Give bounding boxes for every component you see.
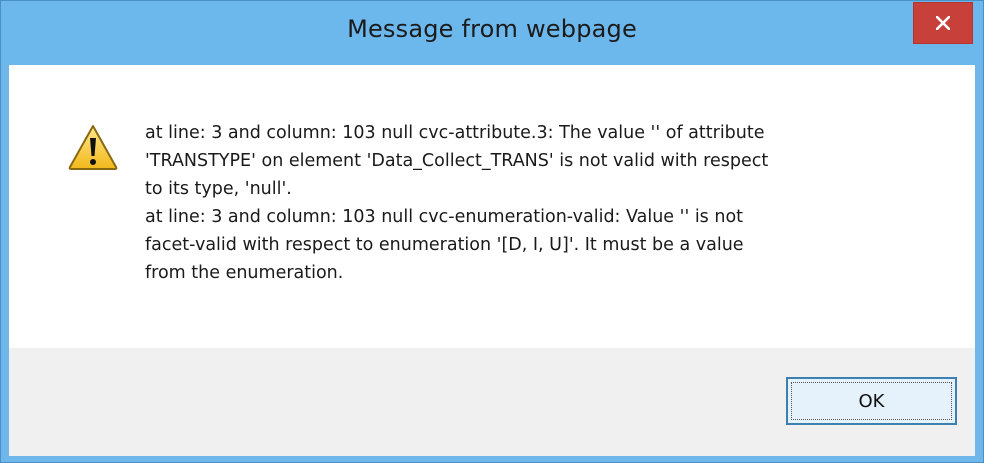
message-area: at line: 3 and column: 103 null cvc-attr… <box>9 65 975 348</box>
dialog-content: at line: 3 and column: 103 null cvc-attr… <box>9 65 975 456</box>
message-text: at line: 3 and column: 103 null cvc-attr… <box>145 119 925 287</box>
message-line: to its type, 'null'. <box>145 179 292 199</box>
message-line: facet-valid with respect to enumeration … <box>145 235 744 255</box>
message-line: from the enumeration. <box>145 263 344 283</box>
button-area: OK <box>9 348 975 456</box>
title-bar[interactable]: Message from webpage <box>1 1 983 65</box>
message-dialog: Message from webpage at line: 3 and colu… <box>0 0 984 463</box>
message-line: at line: 3 and column: 103 null cvc-attr… <box>145 123 765 143</box>
close-button[interactable] <box>913 2 973 44</box>
close-icon <box>936 16 950 30</box>
dialog-title: Message from webpage <box>347 15 637 43</box>
warning-icon <box>67 123 119 171</box>
message-line: at line: 3 and column: 103 null cvc-enum… <box>145 207 744 227</box>
message-line: 'TRANSTYPE' on element 'Data_Collect_TRA… <box>145 151 769 171</box>
ok-button[interactable]: OK <box>786 377 957 425</box>
